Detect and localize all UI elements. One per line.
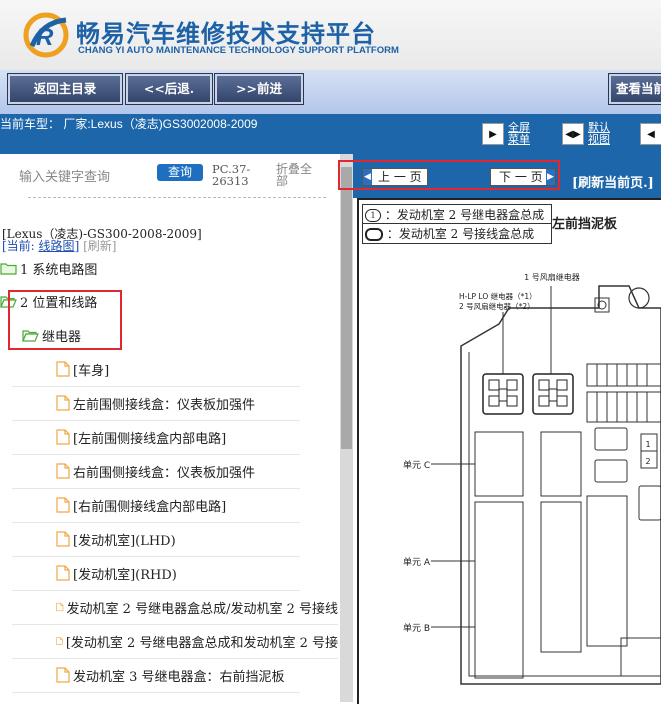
tree-item-label: [车身] [73, 363, 110, 379]
location-label: 左前挡泥板 [552, 217, 618, 232]
legend-box: 1 ：发动机室 2 号继电器盒总成 ：发动机室 2 号接线盒总成 [362, 204, 552, 244]
nav-bar: 返回主目录 <<后退. >>前进 查看当前 [0, 70, 661, 114]
document-icon [56, 637, 63, 645]
legend-symbol: 1 [365, 209, 381, 222]
svg-text:R: R [36, 24, 54, 51]
fullscreen-label-1: 全屏 [508, 122, 530, 134]
relay-label-left-2: 2 号风扇继电器（*2） [459, 301, 535, 311]
view-current-button[interactable]: 查看当前 [608, 73, 661, 105]
tree-item[interactable]: [左前围侧接线盒内部电路] [12, 420, 300, 455]
tree-item-label: [左前围侧接线盒内部电路] [73, 431, 227, 447]
tree-folder-system-diagrams[interactable]: 1 系统电路图 [0, 251, 97, 285]
main-menu-button[interactable]: 返回主目录 [7, 73, 123, 105]
tree-item-label: 右前围侧接线盒：仪表板加强件 [73, 465, 256, 481]
document-icon [56, 463, 70, 479]
tree-item-label: [发动机室](LHD) [73, 533, 176, 549]
panel-toggle-icon: ◀ [640, 123, 661, 145]
highlight-box-pager [338, 160, 560, 190]
tree-scrollbar-thumb[interactable] [341, 167, 352, 449]
tree-item-label: 发动机室 3 号继电器盒：右前挡泥板 [73, 669, 285, 685]
tree-item[interactable]: [右前围侧接线盒内部电路] [12, 488, 300, 523]
relay-1 [482, 373, 524, 415]
current-vehicle-label: 当前车型： 厂家:Lexus（凌志)GS3002008-2009 [0, 117, 258, 131]
tree-item[interactable]: 左前围侧接线盒：仪表板加强件 [12, 386, 300, 421]
chang-yi-logo: R [23, 12, 69, 58]
unit-a-label: 单元 A [403, 556, 431, 568]
tree-item[interactable]: 发动机室 3 号继电器盒：右前挡泥板 [12, 658, 300, 693]
default-view-label-1: 默认 [588, 122, 610, 134]
document-icon [56, 565, 70, 581]
tree-item[interactable]: [发动机室](RHD) [12, 556, 300, 591]
fullscreen-label-2: 菜单 [508, 134, 530, 146]
unit-b-label: 单元 B [403, 622, 430, 634]
fullscreen-icon: ▶ [482, 123, 504, 145]
tree-item[interactable]: [车身] [12, 352, 300, 387]
tree-item-label: [发动机室](RHD) [73, 567, 177, 583]
tree-item-label: [右前围侧接线盒内部电路] [73, 499, 227, 515]
legend-row: ：发动机室 2 号接线盒总成 [365, 225, 534, 242]
legend-row: 1 ：发动机室 2 号继电器盒总成 [365, 206, 544, 223]
tree-item-label: 发动机室 2 号继电器盒总成/发动机室 2 号接线 [66, 601, 338, 617]
legend-symbol [365, 228, 383, 241]
svg-text:2: 2 [645, 457, 650, 466]
tree-item[interactable]: 发动机室 2 号继电器盒总成/发动机室 2 号接线 [12, 590, 338, 625]
divider [28, 197, 326, 198]
default-view-control[interactable]: ◀▶ 默认 视图 [562, 120, 610, 148]
unit-c-label: 单元 C [403, 459, 430, 471]
query-button[interactable]: 查询 [157, 164, 203, 181]
tree-item[interactable]: [发动机室](LHD) [12, 522, 300, 557]
tree-item-label: [发动机室 2 号继电器盒总成和发动机室 2 号接 [65, 635, 338, 651]
pc-code-label: PC.37-26313 [212, 162, 251, 188]
refresh-page-link[interactable]: [刷新当前页.] [572, 172, 654, 191]
document-icon [56, 429, 70, 445]
legend-divider [363, 223, 551, 224]
document-icon [56, 497, 70, 513]
search-input[interactable]: 输入关键字查询 [19, 166, 110, 185]
highlight-box-tree [8, 290, 122, 350]
collapse-all-link[interactable]: 折叠全部 [276, 163, 316, 187]
back-button[interactable]: <<后退. [125, 73, 213, 105]
legend-text: ：发动机室 2 号继电器盒总成 [384, 208, 545, 222]
document-icon [56, 361, 70, 377]
relay-label-top: 1 号风扇继电器 [524, 272, 580, 282]
forward-button[interactable]: >>前进 [214, 73, 304, 105]
fullscreen-menu-control[interactable]: ▶ 全屏 菜单 [482, 120, 530, 148]
document-icon [56, 531, 70, 547]
tree-folder-label: 1 系统电路图 [20, 262, 98, 278]
folder-icon [0, 262, 17, 275]
default-view-label-2: 视图 [588, 134, 610, 146]
relay-label-left-1: H-LP LO 继电器（*1） [459, 291, 537, 301]
app-title: 畅易汽车维修技术支持平台 [76, 20, 376, 48]
unit-blocks [474, 431, 661, 679]
document-icon [56, 395, 70, 411]
panel-toggle-control[interactable]: ◀ [640, 120, 661, 148]
document-icon [56, 602, 64, 612]
document-icon [56, 667, 70, 683]
tree-item[interactable]: [发动机室 2 号继电器盒总成和发动机室 2 号接 [12, 624, 338, 659]
tree-item[interactable]: 右前围侧接线盒：仪表板加强件 [12, 454, 300, 489]
tree-item-label: 左前围侧接线盒：仪表板加强件 [73, 397, 256, 413]
svg-text:1: 1 [645, 440, 650, 449]
app-subtitle: CHANG YI AUTO MAINTENANCE TECHNOLOGY SUP… [78, 45, 399, 56]
default-view-icon: ◀▶ [562, 123, 584, 145]
relay-box-diagram: 1 2 1 号风扇继电器 H-LP LO 继电器（*1） 2 号风扇继电器（*2… [403, 272, 661, 685]
relay-2 [532, 373, 574, 415]
legend-text: ：发动机室 2 号接线盒总成 [386, 227, 535, 241]
